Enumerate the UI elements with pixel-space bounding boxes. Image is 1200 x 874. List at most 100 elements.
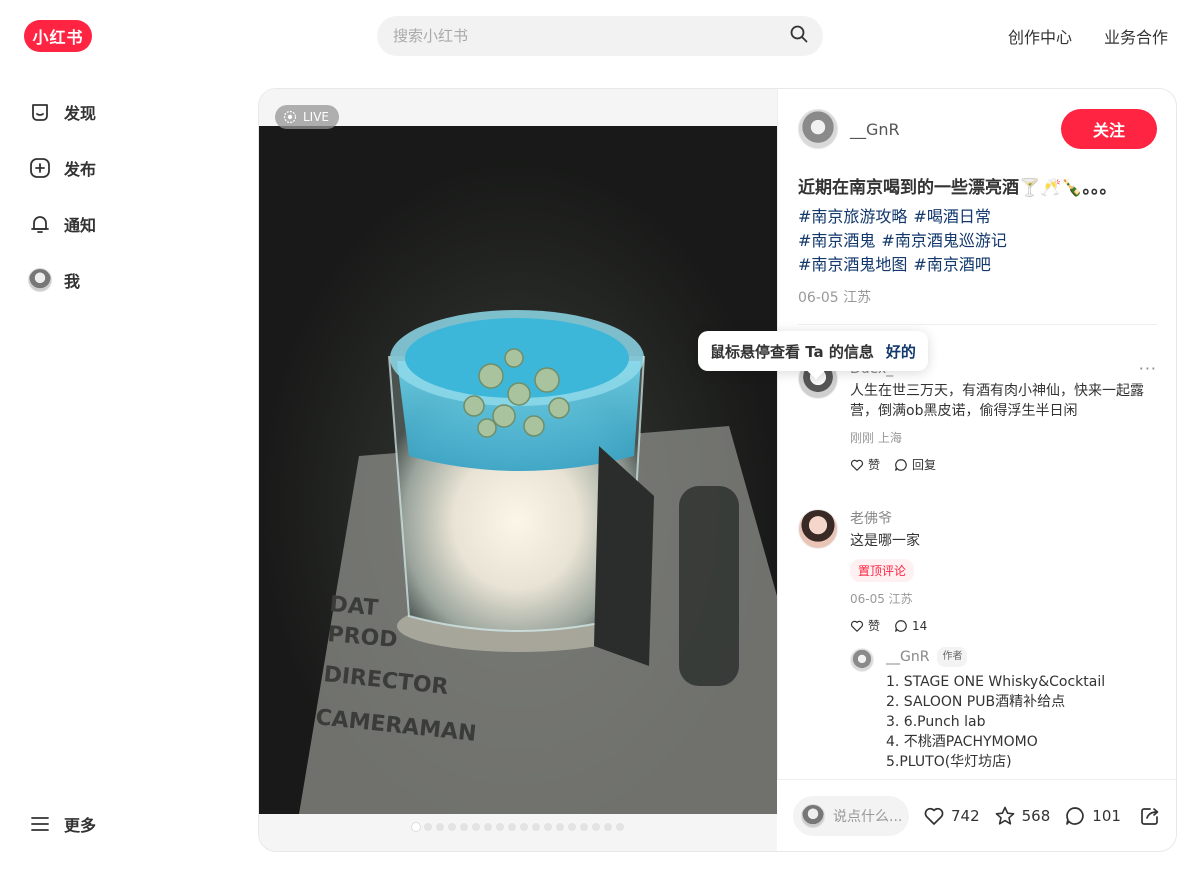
- carousel-dot[interactable]: [520, 823, 528, 831]
- svg-text:DAT: DAT: [328, 592, 379, 621]
- sidebar-item-publish[interactable]: 发布: [26, 148, 96, 188]
- comment-avatar[interactable]: [798, 509, 838, 549]
- like-button[interactable]: 742: [923, 805, 980, 827]
- tooltip-ok-button[interactable]: 好的: [886, 341, 916, 362]
- sidebar-item-discover[interactable]: 发现: [26, 92, 96, 132]
- pinned-badge: 置顶评论: [850, 559, 915, 582]
- star-icon: [995, 806, 1015, 825]
- share-button[interactable]: [1139, 805, 1161, 827]
- carousel-dot[interactable]: [580, 823, 588, 831]
- hashtag[interactable]: #南京酒吧: [913, 253, 990, 277]
- carousel-dot[interactable]: [532, 823, 540, 831]
- reply-avatar[interactable]: [850, 648, 874, 672]
- note-detail-card: LIVE DAT PROD DIRECTOR CAMERAMAN __GnR 关…: [258, 88, 1177, 852]
- reply-line: 3. 6.Punch lab: [886, 714, 986, 730]
- comment-button[interactable]: 101: [1064, 805, 1121, 827]
- carousel-dot[interactable]: [424, 823, 432, 831]
- hashtag[interactable]: #喝酒日常: [913, 205, 990, 229]
- carousel-dot[interactable]: [460, 823, 468, 831]
- reply-author[interactable]: __GnR: [886, 648, 929, 666]
- collect-count: 568: [1021, 806, 1051, 825]
- live-badge[interactable]: LIVE: [275, 105, 340, 129]
- comment-item: Duex_ ··· 人生在世三万天，有酒有肉小神仙，快来一起露营，倒满ob黑皮诺…: [798, 359, 1157, 473]
- business-link[interactable]: 业务合作: [1104, 24, 1168, 48]
- hashtag[interactable]: #南京酒鬼: [798, 229, 875, 253]
- app-logo[interactable]: 小红书: [24, 20, 92, 52]
- sidebar-item-label: 发现: [64, 104, 97, 123]
- carousel-dot[interactable]: [484, 823, 492, 831]
- plus-square-icon: [26, 154, 54, 182]
- live-icon: [283, 110, 297, 124]
- comment-input-placeholder: 说点什么...: [833, 808, 903, 825]
- sidebar-item-label: 发布: [64, 160, 97, 179]
- note-photo[interactable]: DAT PROD DIRECTOR CAMERAMAN: [259, 126, 777, 814]
- reply-line: 1. STAGE ONE Whisky&Cocktail: [886, 674, 1106, 690]
- carousel-dot[interactable]: [616, 823, 624, 831]
- carousel-dot[interactable]: [568, 823, 576, 831]
- comment-meta: 06-05 江苏: [850, 592, 913, 606]
- note-title: 近期在南京喝到的一些漂亮酒🍸🥂🍾。。。: [798, 178, 1117, 198]
- comment-meta: 刚刚 上海: [850, 431, 902, 445]
- home-icon: [26, 98, 54, 126]
- carousel-dot[interactable]: [412, 823, 420, 831]
- author-name[interactable]: __GnR: [850, 120, 1061, 139]
- carousel-dot[interactable]: [544, 823, 552, 831]
- comment-icon: [895, 458, 907, 471]
- avatar: [801, 803, 825, 828]
- reply-line: 2. SALOON PUB酒精补给点: [886, 694, 1066, 710]
- sidebar-item-notifications[interactable]: 通知: [26, 204, 96, 244]
- carousel-dot[interactable]: [448, 823, 456, 831]
- reply-line: 5.PLUTO(华灯坊店): [886, 754, 1012, 770]
- like-button[interactable]: 赞: [850, 617, 880, 634]
- carousel-dot[interactable]: [496, 823, 504, 831]
- comment-input[interactable]: 说点什么...: [793, 795, 909, 836]
- reply-author-row: __GnR 作者: [886, 647, 1157, 667]
- sidebar-item-me[interactable]: 我: [26, 260, 96, 300]
- reply-button[interactable]: 14: [894, 617, 927, 634]
- comment-actions: 赞 回复: [850, 456, 1157, 473]
- author-row: __GnR 关注: [798, 109, 1157, 149]
- bell-icon: [26, 210, 54, 238]
- sidebar-item-label: 更多: [64, 816, 97, 835]
- like-count: 742: [951, 806, 980, 825]
- heart-icon: [924, 807, 944, 825]
- hashtag[interactable]: #南京酒鬼巡游记: [881, 229, 1006, 253]
- search-input[interactable]: [393, 27, 789, 45]
- author-avatar[interactable]: [798, 109, 838, 149]
- creator-center-link[interactable]: 创作中心: [1008, 24, 1072, 48]
- carousel-dot[interactable]: [556, 823, 564, 831]
- tooltip-text: 鼠标悬停查看 Ta 的信息: [710, 342, 874, 361]
- comment-count: 101: [1092, 806, 1121, 825]
- share-icon: [1141, 807, 1159, 825]
- note-detail-panel: __GnR 关注 近期在南京喝到的一些漂亮酒🍸🥂🍾。。。 #南京旅游攻略 #喝酒日…: [777, 89, 1176, 851]
- reply-button[interactable]: 回复: [894, 456, 936, 473]
- carousel-dot[interactable]: [604, 823, 612, 831]
- search-icon[interactable]: [789, 24, 809, 48]
- comment-author[interactable]: 老佛爷: [850, 509, 1157, 529]
- comment-icon: [895, 619, 907, 632]
- search-bar[interactable]: [377, 16, 823, 56]
- follow-button[interactable]: 关注: [1061, 109, 1157, 149]
- reply-line: 4. 不桃酒PACHYMOMO: [886, 734, 1038, 750]
- carousel-dot[interactable]: [436, 823, 444, 831]
- like-button[interactable]: 赞: [850, 456, 880, 473]
- comment-list[interactable]: Duex_ ··· 人生在世三万天，有酒有肉小神仙，快来一起露营，倒满ob黑皮诺…: [798, 359, 1157, 779]
- media-viewer[interactable]: LIVE DAT PROD DIRECTOR CAMERAMAN: [259, 89, 777, 851]
- carousel-dot[interactable]: [592, 823, 600, 831]
- carousel-indicator: [259, 823, 777, 831]
- comment-icon: [1066, 806, 1084, 825]
- carousel-dot[interactable]: [472, 823, 480, 831]
- hashtag[interactable]: #南京旅游攻略: [798, 205, 907, 229]
- heart-icon: [850, 459, 864, 471]
- sidebar-item-more[interactable]: 更多: [26, 810, 96, 838]
- hover-tip-tooltip: 鼠标悬停查看 Ta 的信息 好的: [698, 331, 928, 371]
- more-options-icon[interactable]: ···: [1139, 359, 1157, 378]
- carousel-dot[interactable]: [508, 823, 516, 831]
- avatar: [28, 268, 52, 292]
- comment-actions: 赞 14: [850, 617, 1157, 634]
- hashtag[interactable]: #南京酒鬼地图: [798, 253, 907, 277]
- note-date: 06-05 江苏: [798, 290, 872, 306]
- comment-text: 人生在世三万天，有酒有肉小神仙，快来一起露营，倒满ob黑皮诺，偷得浮生半日闲: [850, 383, 1144, 419]
- collect-button[interactable]: 568: [994, 805, 1051, 827]
- top-nav: 创作中心 业务合作: [1008, 24, 1168, 48]
